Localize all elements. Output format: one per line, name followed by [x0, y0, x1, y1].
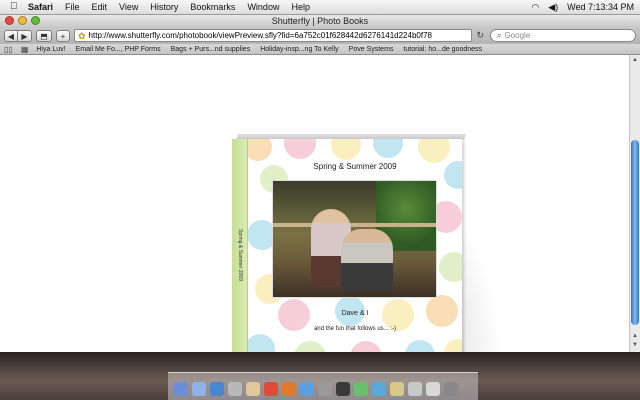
address-book-icon[interactable]	[246, 382, 260, 396]
title-bar: Shutterfly | Photo Books	[0, 15, 640, 27]
scroll-down-arrow-icon[interactable]: ▼	[631, 342, 639, 348]
add-bookmark-button[interactable]: +	[56, 29, 70, 42]
photo-book-preview[interactable]: Spring & Summer 2009 Dave & I and the fu…	[232, 139, 462, 352]
menu-edit[interactable]: Edit	[92, 2, 108, 12]
ical-icon[interactable]	[264, 382, 278, 396]
finder-icon[interactable]	[174, 382, 188, 396]
bookmarks-bar: ▯▯ ▦ Hiya Luv! Email Me Fo..., PHP Forms…	[0, 44, 640, 55]
photo-person-right	[341, 229, 393, 291]
menu-file[interactable]: File	[65, 2, 80, 12]
menu-app-name[interactable]: Safari	[28, 2, 53, 12]
url-text: http://www.shutterfly.com/photobook/view…	[88, 30, 432, 40]
app-icon-blue[interactable]	[372, 382, 386, 396]
vertical-scrollbar[interactable]: ▲ ▲ ▼	[629, 55, 640, 352]
window-title: Shutterfly | Photo Books	[271, 16, 369, 26]
photo-railing	[273, 223, 436, 227]
menu-bookmarks[interactable]: Bookmarks	[190, 2, 235, 12]
caption-line-2: and the fun that follows us... :-)	[313, 326, 397, 332]
nav-buttons: ◀ ▶	[4, 29, 32, 42]
menu-help[interactable]: Help	[291, 2, 310, 12]
toolbar: ◀ ▶ ⬒ + ✿ http://www.shutterfly.com/phot…	[0, 27, 640, 44]
photo-booth-icon[interactable]	[336, 382, 350, 396]
wifi-icon[interactable]: ◠	[531, 2, 539, 13]
bookmark-item[interactable]: Pove Systems	[349, 46, 394, 53]
page-content: Spring & Summer 2009 Dave & I and the fu…	[0, 55, 640, 352]
forward-button[interactable]: ▶	[18, 29, 32, 42]
documents-stack-icon[interactable]	[426, 382, 440, 396]
mail-icon[interactable]	[228, 382, 242, 396]
dock	[168, 372, 478, 400]
menu-window[interactable]: Window	[247, 2, 279, 12]
clock[interactable]: Wed 7:13:34 PM	[567, 2, 634, 12]
menu-extras: ◠ ◀) Wed 7:13:34 PM	[522, 2, 640, 13]
app-icon-yellow[interactable]	[390, 382, 404, 396]
view-button[interactable]: ⬒	[36, 29, 52, 42]
bookmark-item[interactable]: Holiday-insp...ng To Kelly	[260, 46, 338, 53]
apple-menu-icon[interactable]: 	[10, 2, 20, 12]
app-icon-gray[interactable]	[408, 382, 422, 396]
itunes-icon[interactable]	[300, 382, 314, 396]
top-sites-grid-icon[interactable]: ▦	[21, 45, 29, 54]
menu-history[interactable]: History	[150, 2, 178, 12]
favicon-icon: ✿	[78, 30, 86, 41]
reload-icon[interactable]: ↻	[476, 30, 484, 41]
spine-title: Spring & Summer 2009	[237, 229, 243, 281]
bookmark-item[interactable]: Hiya Luv!	[36, 46, 65, 53]
volume-icon[interactable]: ◀)	[548, 2, 558, 13]
scrollbar-thumb[interactable]	[631, 140, 639, 325]
search-icon: ⌕	[497, 30, 502, 40]
search-field[interactable]: ⌕ Google	[490, 29, 636, 42]
bookmarks-book-icon[interactable]: ▯▯	[4, 45, 13, 54]
browser-window: Shutterfly | Photo Books ◀ ▶ ⬒ + ✿ http:…	[0, 15, 640, 352]
cover-photo	[272, 180, 437, 298]
preview-icon[interactable]	[318, 382, 332, 396]
menu-bar:  Safari File Edit View History Bookmark…	[0, 0, 640, 15]
back-button[interactable]: ◀	[4, 29, 18, 42]
iphoto-icon[interactable]	[282, 382, 296, 396]
bookmark-item[interactable]: tutorial: ho...de goodness	[403, 46, 482, 53]
safari-icon[interactable]	[210, 382, 224, 396]
bookmark-item[interactable]: Bags + Purs...nd supplies	[171, 46, 251, 53]
app-icon-green[interactable]	[354, 382, 368, 396]
search-placeholder: Google	[504, 30, 531, 40]
trash-icon[interactable]	[444, 382, 458, 396]
dashboard-icon[interactable]	[192, 382, 206, 396]
caption-line-1: Dave & I	[341, 310, 369, 317]
address-bar[interactable]: ✿ http://www.shutterfly.com/photobook/vi…	[74, 29, 473, 42]
scroll-up-arrow-icon-bottom[interactable]: ▲	[631, 333, 639, 339]
scroll-up-arrow-icon[interactable]: ▲	[631, 57, 639, 63]
bookmark-item[interactable]: Email Me Fo..., PHP Forms	[76, 46, 161, 53]
menu-view[interactable]: View	[119, 2, 138, 12]
book-title: Spring & Summer 2009	[313, 162, 397, 171]
